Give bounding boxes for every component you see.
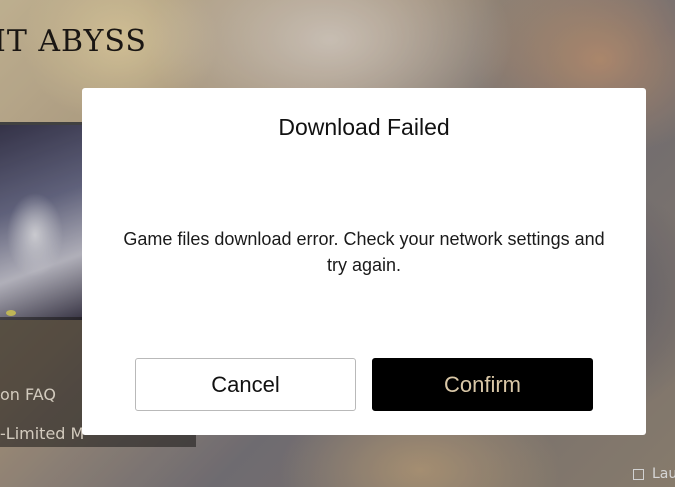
dialog-title: Download Failed	[278, 114, 450, 140]
dialog-message: Game files download error. Check your ne…	[123, 229, 605, 275]
download-failed-dialog: Download Failed Game files download erro…	[82, 88, 646, 435]
confirm-button[interactable]: Confirm	[372, 358, 593, 411]
cancel-button[interactable]: Cancel	[135, 358, 356, 411]
